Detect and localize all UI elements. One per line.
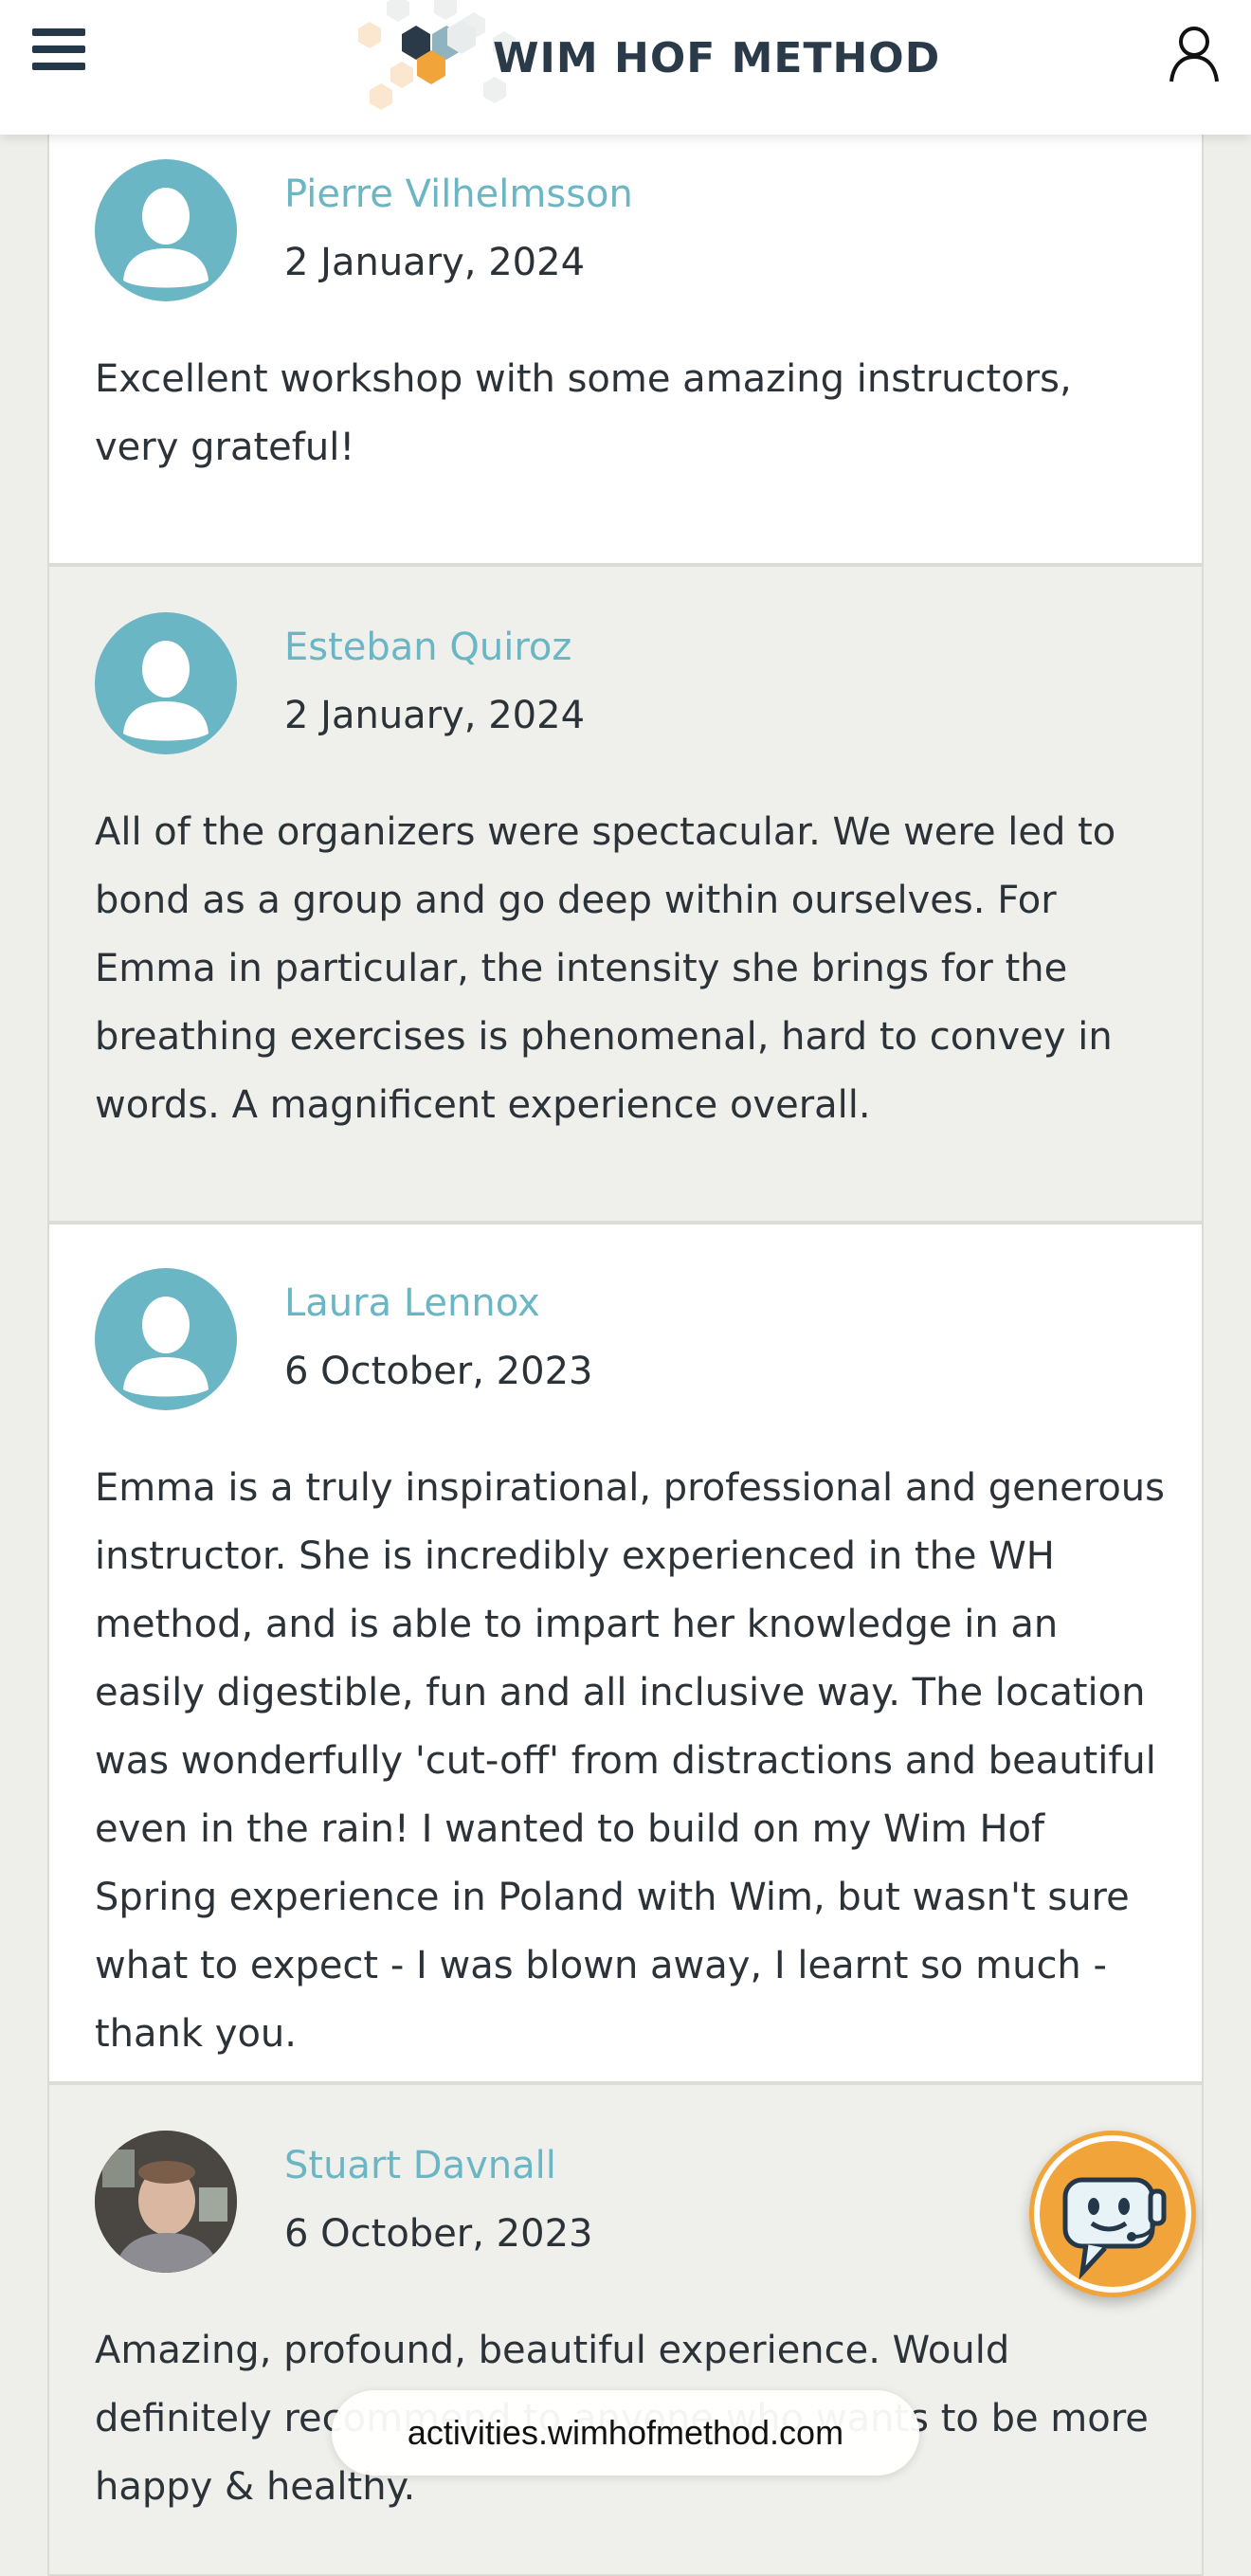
review-date: 6 October, 2023: [284, 1350, 593, 1393]
chatbot-icon[interactable]: [1029, 2131, 1196, 2297]
reviewer-name[interactable]: Esteban Quiroz: [284, 626, 571, 669]
site-logo[interactable]: WIM HOF METHOD: [332, 0, 939, 123]
logo-text: WIM HOF METHOD: [493, 34, 941, 82]
reviewer-name[interactable]: Laura Lennox: [284, 1281, 540, 1325]
url-text: activities.wimhofmethod.com: [407, 2413, 844, 2452]
hamburger-menu-icon[interactable]: [32, 28, 85, 72]
review-text: All of the organizers were spectacular. …: [95, 810, 1116, 1127]
review-date: 6 October, 2023: [284, 2212, 593, 2256]
user-account-icon[interactable]: [1168, 25, 1221, 83]
url-bar[interactable]: activities.wimhofmethod.com: [332, 2390, 919, 2476]
review-text: Excellent workshop with some amazing ins…: [95, 357, 1072, 469]
default-avatar-icon: [95, 1268, 237, 1410]
reviewer-name[interactable]: Pierre Vilhelmsson: [284, 172, 633, 216]
reviewer-name[interactable]: Stuart Davnall: [284, 2144, 556, 2187]
review-card: Esteban Quiroz 2 January, 2024 All of th…: [47, 565, 1204, 1223]
default-avatar-icon: [95, 612, 237, 754]
review-date: 2 January, 2024: [284, 241, 586, 284]
default-avatar-icon: [95, 159, 237, 301]
site-header: WIM HOF METHOD: [0, 0, 1251, 135]
review-text: Emma is a truly inspirational, professio…: [95, 1466, 1165, 2056]
review-card: Laura Lennox 6 October, 2023 Emma is a t…: [47, 1223, 1204, 2083]
review-date: 2 January, 2024: [284, 694, 586, 737]
review-card: Pierre Vilhelmsson 2 January, 2024 Excel…: [47, 135, 1204, 565]
user-photo: [95, 2131, 237, 2273]
